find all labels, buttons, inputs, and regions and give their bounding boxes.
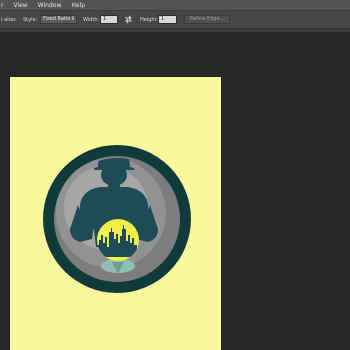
menu-item-view[interactable]: View <box>8 0 32 11</box>
height-label: Height: <box>140 17 159 23</box>
width-value: 1 <box>103 16 107 22</box>
style-select[interactable]: Fixed Ratio ⇕ <box>40 15 77 24</box>
swap-arrows-icon[interactable] <box>124 15 133 24</box>
width-input[interactable]: 1 <box>100 15 118 24</box>
document-canvas[interactable] <box>10 77 221 350</box>
style-value: Fixed Ratio <box>43 16 71 22</box>
style-label: Style: <box>23 17 38 23</box>
menu-item-filter[interactable]: r <box>0 0 8 11</box>
menu-bar: r View Window Help <box>0 0 350 11</box>
workspace <box>0 32 350 350</box>
anti-alias-label[interactable]: i-alias <box>1 17 16 23</box>
width-label: Width: <box>83 17 100 23</box>
menu-item-help[interactable]: Help <box>66 0 90 11</box>
refine-edge-button[interactable]: Refine Edge... <box>184 15 230 24</box>
height-input[interactable]: 1 <box>158 15 177 24</box>
menu-item-window[interactable]: Window <box>33 0 67 11</box>
photoshop-window: r View Window Help i-alias Style: Fixed … <box>0 0 350 350</box>
height-value: 1 <box>161 16 165 22</box>
options-bar: i-alias Style: Fixed Ratio ⇕ Width: 1 He… <box>0 11 350 29</box>
emblem-artwork <box>43 145 191 293</box>
dropdown-arrow-icon: ⇕ <box>70 16 75 22</box>
